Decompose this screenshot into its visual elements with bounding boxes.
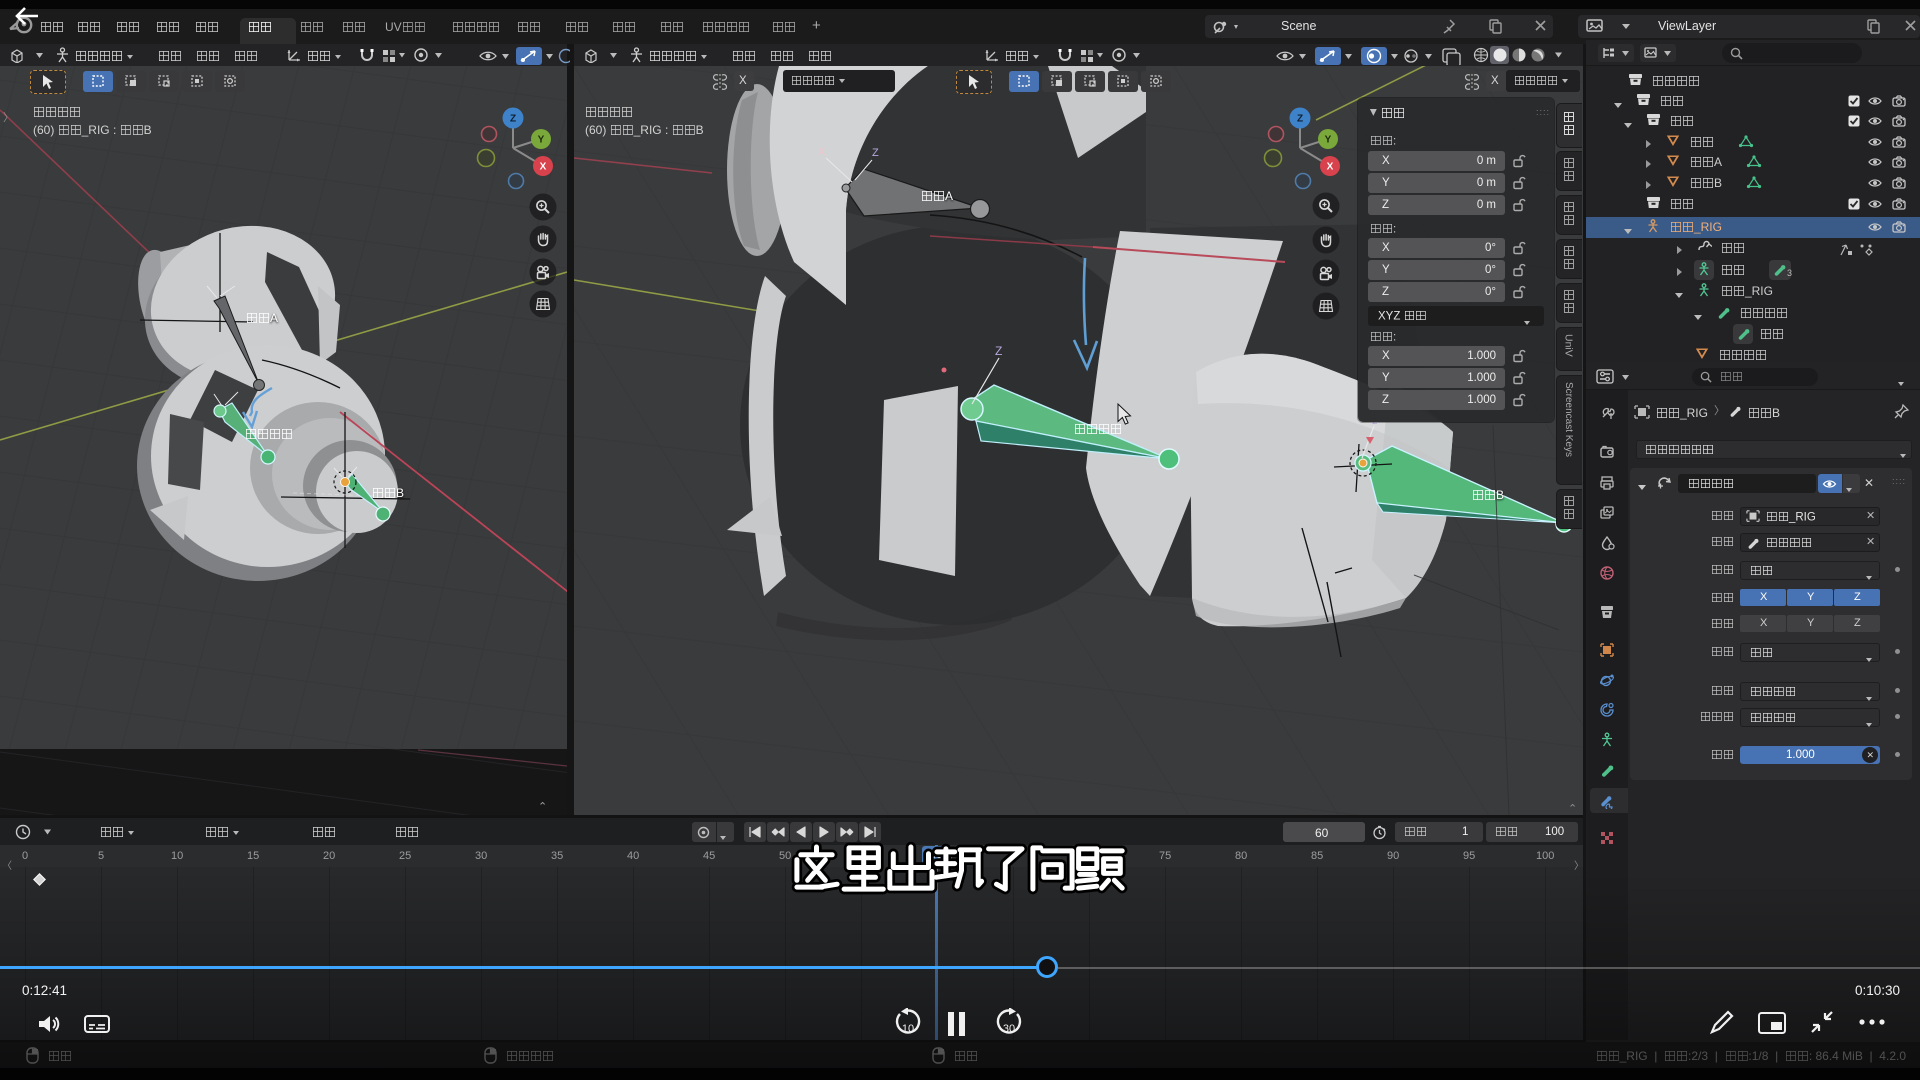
svg-text:10: 10 [902, 1023, 914, 1035]
svg-text:30: 30 [1003, 1023, 1015, 1035]
